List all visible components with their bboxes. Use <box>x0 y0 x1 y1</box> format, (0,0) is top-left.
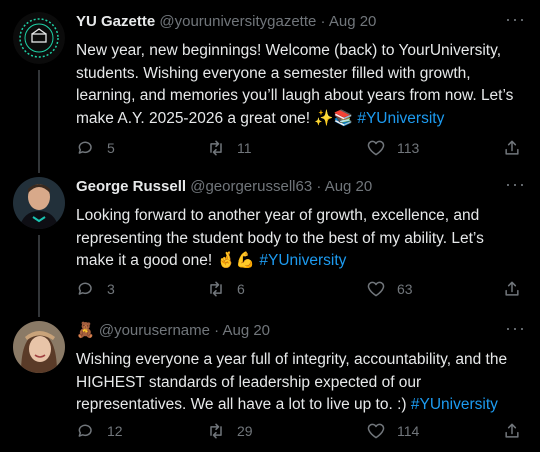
like-button[interactable]: 113 <box>366 136 419 160</box>
user-handle[interactable]: @youruniversitygazette <box>159 13 316 30</box>
thread-line <box>38 309 40 317</box>
reply-count: 5 <box>107 140 115 156</box>
separator: · <box>214 322 220 339</box>
share-icon <box>505 423 519 438</box>
tweet-date[interactable]: Aug 20 <box>325 178 373 195</box>
reply-count: 12 <box>107 423 123 439</box>
more-icon[interactable]: ··· <box>505 319 526 337</box>
like-icon <box>367 140 385 156</box>
hashtag-link[interactable]: #YUniversity <box>357 110 444 127</box>
action-bar: 5 11 113 <box>76 136 526 160</box>
retweet-button[interactable]: 29 <box>206 419 253 443</box>
thread-line <box>38 235 40 309</box>
reply-button[interactable]: 12 <box>76 419 123 443</box>
share-icon <box>505 140 519 155</box>
reply-button[interactable]: 3 <box>76 277 115 301</box>
action-bar: 3 6 63 <box>76 277 526 301</box>
retweet-button[interactable]: 11 <box>206 136 252 160</box>
gazette-logo <box>13 12 65 64</box>
tweet[interactable]: YU Gazette @youruniversitygazette · Aug … <box>0 0 540 165</box>
share-button[interactable] <box>502 277 522 301</box>
display-name[interactable]: YU Gazette <box>76 13 155 30</box>
tweet[interactable]: George Russell @georgerussell63 · Aug 20… <box>0 165 540 309</box>
like-button[interactable]: 114 <box>366 419 419 443</box>
hashtag-link[interactable]: #YUniversity <box>411 396 498 413</box>
profile-photo <box>13 177 65 229</box>
avatar[interactable] <box>13 321 65 373</box>
action-bar: 12 29 114 <box>76 419 526 443</box>
like-button[interactable]: 63 <box>366 277 413 301</box>
more-icon[interactable]: ··· <box>505 175 526 193</box>
tweet-header: 🧸 @yourusername · Aug 20 <box>76 321 500 341</box>
share-button[interactable] <box>502 419 522 443</box>
separator: · <box>316 178 322 195</box>
tweet-date[interactable]: Aug 20 <box>222 322 270 339</box>
profile-photo <box>13 321 65 373</box>
like-icon <box>367 423 385 439</box>
more-icon[interactable]: ··· <box>505 10 526 28</box>
tweet-date[interactable]: Aug 20 <box>329 13 377 30</box>
hashtag-link[interactable]: #YUniversity <box>259 252 346 269</box>
user-handle[interactable]: @georgerussell63 <box>190 178 312 195</box>
tweet-text: Looking forward to another year of growt… <box>76 205 526 273</box>
reply-icon <box>78 282 92 295</box>
reply-icon <box>78 424 92 437</box>
retweet-count: 6 <box>237 281 245 297</box>
avatar[interactable] <box>13 12 65 64</box>
reply-button[interactable]: 5 <box>76 136 115 160</box>
retweet-count: 11 <box>237 140 252 156</box>
separator: · <box>320 13 326 30</box>
share-icon <box>505 281 519 296</box>
like-count: 63 <box>397 281 413 297</box>
tweet-body: New year, new beginnings! Welcome (back)… <box>76 42 514 127</box>
reply-icon <box>78 141 92 154</box>
timeline: YU Gazette @youruniversitygazette · Aug … <box>0 0 540 452</box>
retweet-icon <box>210 281 222 297</box>
display-name[interactable]: 🧸 <box>76 322 95 339</box>
tweet-text: Wishing everyone a year full of integrit… <box>76 349 526 417</box>
tweet-header: YU Gazette @youruniversitygazette · Aug … <box>76 12 500 32</box>
share-button[interactable] <box>502 136 522 160</box>
tweet[interactable]: 🧸 @yourusername · Aug 20 ··· Wishing eve… <box>0 309 540 452</box>
retweet-button[interactable]: 6 <box>206 277 245 301</box>
thread-line <box>38 165 40 173</box>
tweet-text: New year, new beginnings! Welcome (back)… <box>76 40 526 130</box>
display-name[interactable]: George Russell <box>76 178 186 195</box>
avatar[interactable] <box>13 177 65 229</box>
tweet-header: George Russell @georgerussell63 · Aug 20 <box>76 177 500 197</box>
like-icon <box>367 281 385 297</box>
retweet-icon <box>210 423 222 439</box>
user-handle[interactable]: @yourusername <box>99 322 210 339</box>
reply-count: 3 <box>107 281 115 297</box>
like-count: 114 <box>397 423 420 439</box>
like-count: 113 <box>397 140 420 156</box>
retweet-icon <box>210 140 222 156</box>
thread-line <box>38 70 40 165</box>
retweet-count: 29 <box>237 423 253 439</box>
